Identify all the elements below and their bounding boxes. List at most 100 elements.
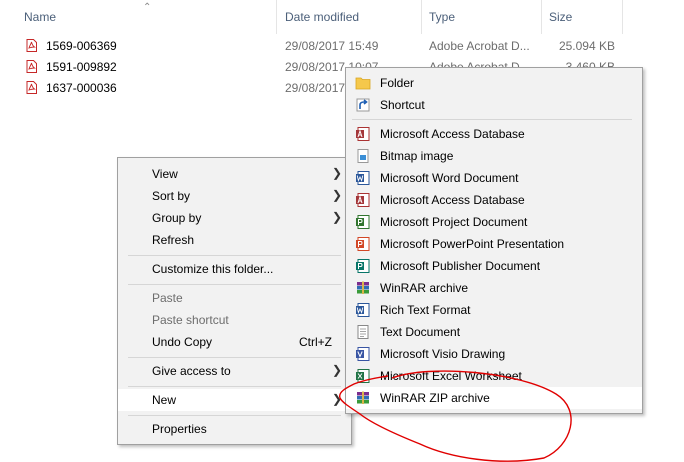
menu-item-group-by[interactable]: Group by ❯ [118,207,351,229]
pdf-file-icon [26,81,37,94]
menu-item-give-access[interactable]: Give access to ❯ [118,360,351,382]
menu-item-label: Customize this folder... [152,262,274,276]
menu-item-new-bitmap[interactable]: Bitmap image [346,145,642,167]
menu-item-label: Microsoft Access Database [380,127,525,141]
menu-item-label: Rich Text Format [380,303,471,317]
powerpoint-icon [356,237,370,251]
file-size: 25.094 KB [558,39,615,53]
menu-item-new-shortcut[interactable]: Shortcut [346,94,642,116]
menu-item-new-excel[interactable]: Microsoft Excel Worksheet [346,365,642,387]
new-submenu: Folder Shortcut Microsoft Access Databas… [345,67,643,414]
pdf-file-icon [26,60,37,73]
menu-item-label: Give access to [152,364,231,378]
menu-item-label: Microsoft Publisher Document [380,259,541,273]
menu-item-label: Refresh [152,233,195,247]
chevron-right-icon: ❯ [331,392,342,406]
menu-item-label: Undo Copy [152,335,213,349]
column-divider[interactable] [541,0,542,34]
word-icon [356,171,370,185]
chevron-right-icon: ❯ [331,210,342,224]
menu-item-properties[interactable]: Properties [118,418,351,440]
visio-icon [356,347,370,361]
access-icon [356,193,370,207]
menu-item-label: Sort by [152,189,191,203]
column-header: ⌃ Name Date modified Type Size [0,0,684,34]
chevron-right-icon: ❯ [331,188,342,202]
menu-item-label: Paste [152,291,183,305]
file-row[interactable]: 1569-006369 29/08/2017 15:49 Adobe Acrob… [0,35,684,57]
folder-icon [355,77,371,90]
column-divider[interactable] [622,0,623,34]
winrar-zip-icon [357,391,369,404]
access-icon [356,127,370,141]
menu-separator [128,255,341,256]
menu-item-new-access[interactable]: Microsoft Access Database [346,189,642,211]
menu-item-new-word[interactable]: Microsoft Word Document [346,167,642,189]
menu-item-new-winrar-zip[interactable]: WinRAR ZIP archive [346,387,642,409]
menu-item-paste-shortcut: Paste shortcut [118,309,351,331]
text-icon [357,325,369,339]
menu-item-refresh[interactable]: Refresh [118,229,351,251]
menu-item-new-access[interactable]: Microsoft Access Database [346,123,642,145]
chevron-right-icon: ❯ [331,363,342,377]
menu-item-new-folder[interactable]: Folder [346,72,642,94]
column-size[interactable]: Size [549,10,572,24]
menu-item-new-rtf[interactable]: Rich Text Format [346,299,642,321]
menu-item-label: Microsoft Project Document [380,215,528,229]
menu-item-undo-copy[interactable]: Undo Copy Ctrl+Z [118,331,351,353]
menu-item-label: Properties [152,422,207,436]
excel-icon [356,369,370,383]
file-name: 1569-006369 [46,39,117,53]
column-divider[interactable] [421,0,422,34]
menu-item-label: Microsoft Excel Worksheet [380,369,522,383]
context-menu: View ❯ Sort by ❯ Group by ❯ Refresh Cust… [117,157,352,445]
column-type[interactable]: Type [429,10,455,24]
file-name: 1591-009892 [46,60,117,74]
shortcut-icon [356,98,370,112]
menu-item-new-winrar[interactable]: WinRAR archive [346,277,642,299]
file-type: Adobe Acrobat D... [429,39,530,53]
menu-item-label: Microsoft PowerPoint Presentation [380,237,565,251]
column-name[interactable]: Name [24,10,56,24]
menu-item-new-powerpoint[interactable]: Microsoft PowerPoint Presentation [346,233,642,255]
menu-item-label: Group by [152,211,202,225]
menu-item-customize-folder[interactable]: Customize this folder... [118,258,351,280]
menu-item-label: Bitmap image [380,149,454,163]
rtf-icon [356,303,370,317]
menu-item-label: Shortcut [380,98,425,112]
column-date-modified[interactable]: Date modified [285,10,359,24]
menu-item-label: Microsoft Word Document [380,171,519,185]
menu-separator [352,119,632,120]
menu-item-sort-by[interactable]: Sort by ❯ [118,185,351,207]
chevron-right-icon: ❯ [331,166,342,180]
sort-ascending-icon[interactable]: ⌃ [143,2,151,13]
menu-item-label: Folder [380,76,415,90]
menu-item-view[interactable]: View ❯ [118,163,351,185]
winrar-icon [357,281,369,294]
menu-item-label: Microsoft Visio Drawing [380,347,506,361]
menu-item-label: Paste shortcut [152,313,229,327]
project-icon [356,215,370,229]
keyboard-shortcut: Ctrl+Z [299,335,332,349]
menu-item-label: Text Document [380,325,461,339]
menu-item-label: WinRAR ZIP archive [380,391,490,405]
menu-item-new[interactable]: New ❯ [118,389,351,411]
menu-separator [128,284,341,285]
menu-item-new-text[interactable]: Text Document [346,321,642,343]
menu-item-new-visio[interactable]: Microsoft Visio Drawing [346,343,642,365]
menu-item-label: New [152,393,177,407]
menu-item-new-project[interactable]: Microsoft Project Document [346,211,642,233]
menu-separator [128,386,341,387]
column-divider[interactable] [276,0,277,34]
menu-item-label: View [152,167,178,181]
menu-separator [128,415,341,416]
file-name: 1637-000036 [46,81,117,95]
bitmap-icon [357,149,369,163]
file-date: 29/08/2017 15:49 [285,39,379,53]
pdf-file-icon [26,39,37,52]
menu-separator [128,357,341,358]
publisher-icon [356,259,370,273]
menu-item-paste: Paste [118,287,351,309]
menu-item-label: WinRAR archive [380,281,469,295]
menu-item-new-publisher[interactable]: Microsoft Publisher Document [346,255,642,277]
